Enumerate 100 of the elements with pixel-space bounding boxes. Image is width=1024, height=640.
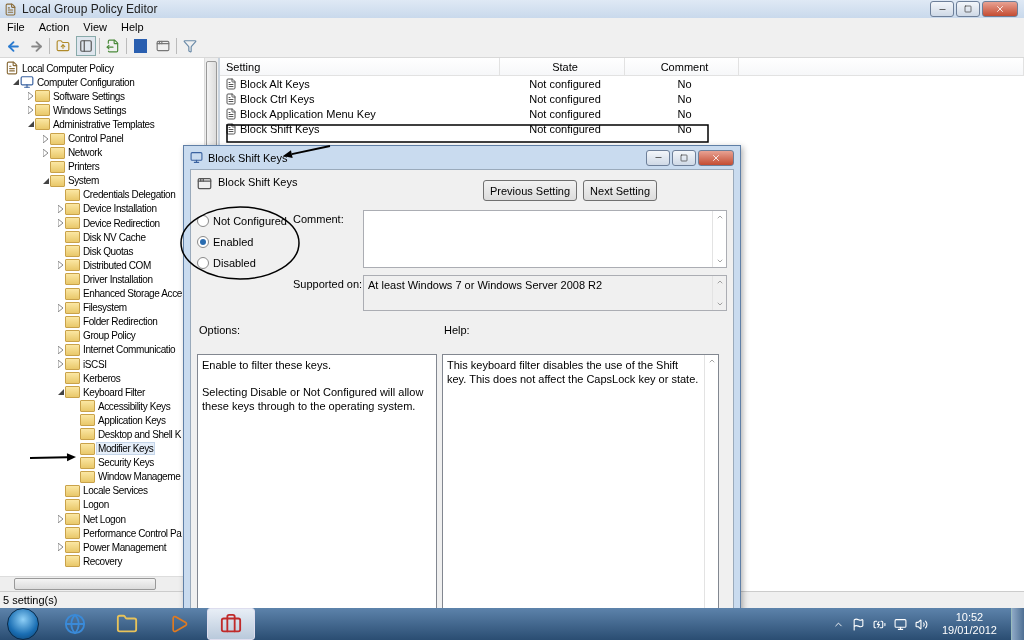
back-icon <box>5 38 21 54</box>
expand-icon[interactable] <box>58 303 63 312</box>
folder-icon <box>65 541 80 554</box>
close-button[interactable] <box>982 1 1018 17</box>
menu-item[interactable]: View <box>76 20 114 33</box>
setting-name: Block Shift Keys <box>240 122 320 135</box>
tree-item[interactable]: iSCSI <box>81 357 109 371</box>
tree-item[interactable]: Application Keys <box>96 413 168 427</box>
folder-icon <box>65 498 80 511</box>
scroll-up-icon[interactable] <box>715 213 724 221</box>
tree-item[interactable]: Keyboard Filter <box>81 385 147 399</box>
folder-icon <box>65 372 80 385</box>
folder-icon <box>65 231 80 244</box>
show-desktop-button[interactable] <box>1011 608 1024 640</box>
collapse-icon[interactable] <box>42 177 49 184</box>
scroll-up-icon[interactable] <box>707 357 716 365</box>
radio-label[interactable]: Disabled <box>213 257 256 269</box>
tree-item[interactable]: Windows Settings <box>51 103 129 117</box>
list-row[interactable]: Block Alt Keys Not configured No <box>220 76 1024 91</box>
close-button[interactable] <box>698 149 734 166</box>
folder-icon <box>50 146 65 159</box>
flag-icon[interactable] <box>851 617 865 631</box>
tree-item[interactable]: Distributed COM <box>81 258 153 272</box>
tree-item[interactable]: Credentials Delegation <box>81 188 178 202</box>
tree-item[interactable]: Performance Control Pa <box>81 526 184 540</box>
expand-icon[interactable] <box>58 515 63 524</box>
setting-nav-button[interactable]: Previous Setting <box>482 180 578 201</box>
tree-item[interactable]: Folder Redirection <box>81 315 160 329</box>
collapse-icon[interactable] <box>12 79 19 86</box>
folder-icon <box>50 132 65 145</box>
tree-item[interactable]: Logon <box>81 498 111 512</box>
setting-nav-button[interactable]: Next Setting <box>583 180 657 201</box>
expand-icon[interactable] <box>58 261 63 270</box>
radio-button[interactable] <box>197 236 209 248</box>
help-text: This keyboard filter disables the use of the Shift key. This does not affect the CapsLock key or state. <box>446 358 700 387</box>
column-header[interactable]: Setting <box>220 58 500 75</box>
comment-field[interactable] <box>363 210 727 268</box>
tree-item[interactable]: Accessibility Keys <box>96 399 173 413</box>
tree-item[interactable]: Security Keys <box>96 456 156 470</box>
tree-item[interactable]: Modifier Keys <box>96 442 156 456</box>
tree-item[interactable]: Disk NV Cache <box>81 230 148 244</box>
maximize-button[interactable] <box>956 1 980 17</box>
taskbar-button[interactable] <box>207 608 255 640</box>
tree-item[interactable]: Software Settings <box>51 89 127 103</box>
menu-item[interactable]: Help <box>113 20 151 33</box>
tree-item[interactable]: Disk Quotas <box>81 244 136 258</box>
scroll-down-icon[interactable] <box>715 257 724 265</box>
start-button[interactable] <box>7 608 39 640</box>
tree-item[interactable]: Control Panel <box>66 132 126 145</box>
state-text: Not configured <box>529 77 601 90</box>
tree-item[interactable]: Window Manageme <box>96 470 183 484</box>
minimize-button[interactable] <box>930 1 954 17</box>
column-header[interactable]: State <box>500 58 625 75</box>
network-icon[interactable] <box>893 617 907 631</box>
tree-item[interactable]: Group Policy <box>81 329 138 343</box>
expand-icon[interactable] <box>58 543 63 552</box>
tree-item[interactable]: Driver Installation <box>81 272 155 286</box>
menu-item[interactable]: File <box>0 20 32 33</box>
setting-name: Block Application Menu Key <box>240 107 376 120</box>
tree-item[interactable]: Device Redirection <box>81 216 162 230</box>
tree-item[interactable]: Power Management <box>81 540 169 554</box>
minimize-button[interactable] <box>646 149 670 166</box>
tree-item[interactable]: System <box>66 174 101 188</box>
clock-date[interactable]: 19/01/2012 <box>941 624 997 637</box>
list-row[interactable]: Block Shift Keys Not configured No <box>220 121 1024 136</box>
folder-icon <box>80 400 95 413</box>
tree-item[interactable]: Net Logon <box>81 512 128 526</box>
folder-icon <box>65 315 80 328</box>
tree-item[interactable]: Device Installation <box>81 202 159 216</box>
tree-item[interactable]: Locale Services <box>81 484 150 498</box>
collapse-icon[interactable] <box>57 389 64 396</box>
tree-item[interactable]: Local Computer Policy <box>20 61 116 75</box>
tree-toggle-button[interactable] <box>76 36 96 56</box>
column-header[interactable]: Comment <box>625 58 739 75</box>
radio-button[interactable] <box>197 257 209 269</box>
dialog-title: Block Shift Keys <box>208 151 288 164</box>
radio-label[interactable]: Enabled <box>213 236 254 248</box>
tree-item[interactable]: Network <box>66 146 104 160</box>
tree-item[interactable]: Kerberos <box>81 371 123 385</box>
tree-item[interactable]: Internet Communicatio <box>81 343 178 357</box>
menu-item[interactable]: Action <box>31 20 77 33</box>
tree-item[interactable]: Administrative Templates <box>51 117 157 131</box>
tree-item[interactable]: Enhanced Storage Acce <box>81 287 184 301</box>
tree-item[interactable]: Recovery <box>81 554 125 568</box>
toolbox-icon <box>220 613 242 635</box>
list-row[interactable]: Block Application Menu Key Not configured No <box>220 106 1024 121</box>
maximize-button[interactable] <box>672 149 696 166</box>
tree-item[interactable]: Desktop and Shell K <box>96 428 183 441</box>
tree-item[interactable]: Filesystem <box>81 301 129 315</box>
collapse-icon[interactable] <box>27 121 34 128</box>
tree-item[interactable]: Printers <box>66 160 102 174</box>
folder-icon <box>65 513 80 526</box>
scroll-up-icon[interactable] <box>715 278 724 286</box>
scroll-down-icon[interactable] <box>715 300 724 308</box>
clock-time[interactable]: 10:52 <box>955 611 984 624</box>
list-row[interactable]: Block Ctrl Keys Not configured No <box>220 91 1024 106</box>
radio-label[interactable]: Not Configured <box>213 215 287 227</box>
volume-icon[interactable] <box>914 617 928 631</box>
tree-item[interactable]: Computer Configuration <box>35 75 137 89</box>
filter-icon <box>183 39 197 53</box>
